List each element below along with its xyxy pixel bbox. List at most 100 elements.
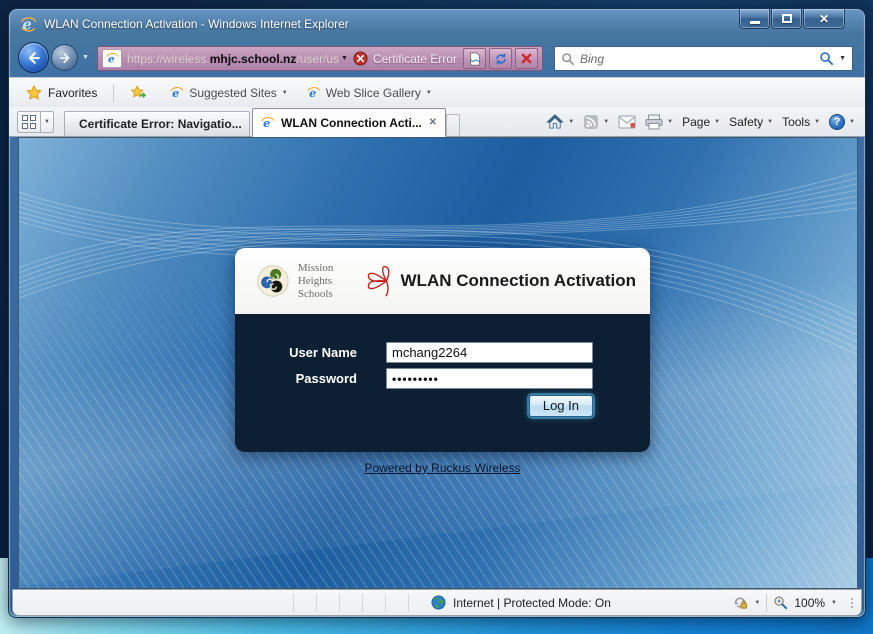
svg-text:e: e	[107, 53, 114, 65]
add-favorite-star-icon	[130, 85, 148, 100]
help-icon: ?	[829, 114, 845, 130]
minimize-button[interactable]	[739, 9, 770, 29]
tab-list-dropdown[interactable]: ▼	[41, 111, 54, 133]
back-arrow-icon	[26, 50, 42, 66]
desktop: e WLAN Connection Activation - Windows I…	[0, 0, 873, 634]
login-card-area: Mission Heights Schools WLAN Connecti	[235, 248, 650, 475]
home-button[interactable]: ▼	[546, 114, 574, 129]
minimize-icon	[750, 21, 760, 24]
ie-site-icon: e	[307, 86, 321, 100]
printer-icon	[645, 114, 663, 130]
forward-button[interactable]	[51, 44, 78, 71]
tab-close-icon[interactable]: ✕	[429, 117, 437, 128]
tab-wlan-activation[interactable]: e WLAN Connection Acti... ✕	[252, 108, 446, 137]
chevron-down-icon: ▼	[814, 119, 820, 125]
rss-icon	[583, 114, 599, 130]
favorites-label: Favorites	[48, 86, 97, 100]
mail-icon	[618, 115, 636, 129]
page-favicon: e	[102, 49, 122, 68]
log-in-button[interactable]: Log In	[529, 395, 593, 417]
maximize-icon	[782, 14, 792, 23]
security-zone[interactable]: Internet | Protected Mode: On	[431, 595, 611, 610]
powered-by-ruckus-link[interactable]: Powered by Ruckus Wireless	[235, 461, 650, 475]
suggested-sites-label: Suggested Sites	[189, 86, 276, 100]
zoom-icon	[773, 595, 788, 610]
chevron-down-icon[interactable]: ▼	[831, 600, 837, 606]
resize-grip[interactable]	[851, 598, 853, 608]
status-bar-segments	[293, 594, 431, 612]
favorites-star-icon	[26, 85, 42, 101]
navigation-bar: ▼ e https://wireless.mhjc.school.nz/user…	[9, 39, 865, 77]
stop-button[interactable]	[515, 48, 538, 69]
login-card-header: Mission Heights Schools WLAN Connecti	[235, 248, 650, 314]
web-slice-gallery-label: Web Slice Gallery	[326, 86, 421, 100]
page-viewport: Mission Heights Schools WLAN Connecti	[18, 137, 858, 589]
address-dropdown[interactable]: ▼	[341, 55, 348, 62]
web-slice-gallery-item[interactable]: e Web Slice Gallery ▼	[301, 83, 438, 103]
tab-bar: ▼ e Certificate Error: Navigatio... e WL…	[9, 107, 865, 137]
username-field[interactable]	[386, 342, 593, 363]
org-name: Mission Heights Schools	[298, 262, 359, 301]
refresh-button[interactable]	[489, 48, 512, 69]
page-menu-button[interactable]: Page ▼	[682, 115, 720, 129]
tab-label: Certificate Error: Navigatio...	[79, 117, 242, 131]
quick-tabs-button[interactable]	[17, 111, 41, 133]
chevron-down-icon: ▼	[767, 119, 773, 125]
certificate-error-badge[interactable]: Certificate Error	[353, 51, 457, 66]
close-button[interactable]: ✕	[803, 9, 845, 29]
divider	[766, 594, 767, 612]
refresh-icon	[494, 52, 508, 66]
login-card: Mission Heights Schools WLAN Connecti	[235, 248, 650, 452]
search-icon	[561, 52, 575, 66]
add-to-favorites-bar-button[interactable]	[121, 82, 157, 103]
ruckus-logo	[365, 257, 393, 305]
window-title: WLAN Connection Activation - Windows Int…	[44, 17, 349, 31]
safety-menu-button[interactable]: Safety ▼	[729, 115, 773, 129]
chevron-down-icon: ▼	[282, 90, 288, 96]
suggested-sites-item[interactable]: e Suggested Sites ▼	[164, 83, 293, 103]
stop-icon	[520, 52, 533, 65]
address-bar[interactable]: e https://wireless.mhjc.school.nz/user/u…	[97, 46, 543, 71]
chevron-down-icon: ▼	[714, 119, 720, 125]
new-tab-stub[interactable]	[446, 114, 460, 136]
command-bar: ▼ ▼ ▼ Page ▼ Safety	[546, 114, 859, 130]
page-title: WLAN Connection Activation	[401, 271, 636, 291]
forward-arrow-icon	[58, 51, 72, 65]
window-controls: ✕	[738, 9, 845, 29]
help-menu-button[interactable]: ? ▼	[829, 114, 855, 130]
url-text[interactable]: https://wireless.mhjc.school.nz/user/use…	[127, 52, 339, 66]
title-bar[interactable]: e WLAN Connection Activation - Windows I…	[9, 9, 865, 39]
search-input[interactable]	[580, 52, 819, 66]
tab-certificate-error[interactable]: e Certificate Error: Navigatio...	[64, 111, 250, 136]
home-icon	[546, 114, 564, 129]
feeds-button[interactable]: ▼	[583, 114, 609, 130]
close-icon: ✕	[819, 12, 829, 26]
search-options-dropdown[interactable]: ▼	[839, 55, 846, 62]
search-go-icon	[819, 51, 834, 66]
chevron-down-icon: ▼	[568, 119, 574, 125]
search-box[interactable]: ▼	[554, 46, 853, 71]
chevron-down-icon: ▼	[849, 119, 855, 125]
tools-menu-button[interactable]: Tools ▼	[782, 115, 820, 129]
recent-pages-dropdown[interactable]: ▼	[82, 54, 89, 61]
print-button[interactable]: ▼	[645, 114, 673, 130]
ie-tab-icon: e	[261, 116, 275, 130]
org-name-line2: Schools	[298, 288, 359, 301]
password-field[interactable]	[386, 368, 593, 389]
favorites-button[interactable]: Favorites	[17, 82, 106, 104]
url-path: /user/user	[296, 52, 339, 66]
zoom-level[interactable]: 100%	[794, 596, 825, 610]
browser-window: e WLAN Connection Activation - Windows I…	[8, 8, 866, 618]
protected-mode-icon	[732, 595, 748, 610]
safety-menu-label: Safety	[729, 115, 763, 129]
back-button[interactable]	[18, 42, 49, 73]
divider	[113, 84, 114, 102]
mission-heights-logo	[257, 258, 289, 304]
compatibility-view-button[interactable]	[463, 48, 486, 69]
read-mail-button[interactable]	[618, 115, 636, 129]
chevron-down-icon[interactable]: ▼	[754, 600, 760, 606]
quick-tabs-icon	[22, 115, 36, 129]
maximize-button[interactable]	[771, 9, 802, 29]
internet-globe-icon	[431, 595, 446, 610]
url-scheme: https://wireless.	[127, 52, 210, 66]
